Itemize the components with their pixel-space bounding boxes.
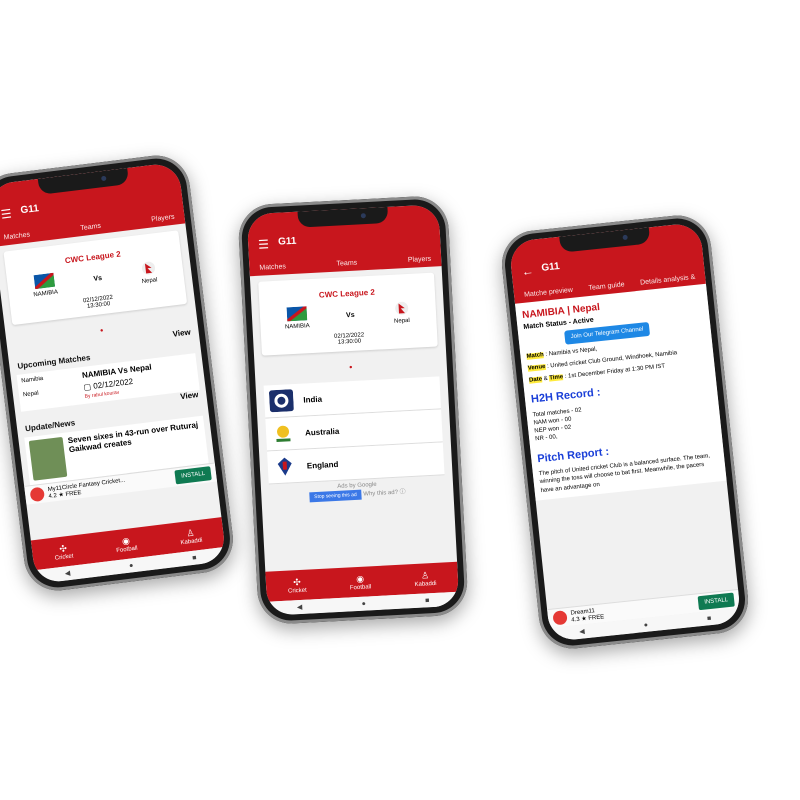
carousel-indicator: • xyxy=(254,352,447,380)
nav-football[interactable]: ◉ Football xyxy=(115,534,138,554)
tab-team-guide[interactable]: Team guide xyxy=(588,281,625,292)
back-arrow-icon[interactable]: ← xyxy=(521,264,534,279)
app-title: G11 xyxy=(19,203,40,217)
tab-match-preview[interactable]: Matche preview xyxy=(524,287,573,299)
match-preview-content: NAMIBIA | Nepal Match Status - Active Jo… xyxy=(514,283,727,502)
nav-football[interactable]: ◉ Football xyxy=(349,573,372,591)
nav-kabaddi[interactable]: ♙ Kabaddi xyxy=(414,569,437,588)
carousel-dot: • xyxy=(348,361,353,373)
home-icon[interactable]: ● xyxy=(643,621,648,628)
install-button[interactable]: INSTALL xyxy=(697,592,735,611)
app-title: G11 xyxy=(277,235,297,248)
nav-cricket[interactable]: ✣ Cricket xyxy=(53,542,74,562)
dream11-logo-icon xyxy=(552,610,568,626)
nav-football-label: Football xyxy=(115,545,138,554)
team-two: Nepal xyxy=(391,301,412,325)
time-label: Time xyxy=(549,374,564,382)
stop-ad-button[interactable]: Stop seeing this ad xyxy=(308,489,362,503)
australia-cricket-logo-icon xyxy=(270,422,296,446)
upcoming-teams: Namibia Nepal xyxy=(21,372,79,407)
home-icon[interactable]: ● xyxy=(361,600,366,607)
phone-mockup-middle: ☰ G11 Matches Teams Players CWC League 2… xyxy=(237,194,469,626)
namibia-flag-icon xyxy=(286,306,308,322)
news-thumbnail xyxy=(28,436,68,481)
tab-details-analysis[interactable]: Details analysis & xyxy=(640,274,696,287)
tab-matches[interactable]: Matches xyxy=(259,263,286,271)
team-one-name: NAMIBIA xyxy=(33,289,59,299)
nav-kabaddi-label: Kabaddi xyxy=(414,580,437,588)
match-value: : Namibia vs Nepal, xyxy=(545,346,598,358)
nepal-flag-icon xyxy=(394,301,408,315)
tab-teams[interactable]: Teams xyxy=(80,223,101,232)
team-one: NAMIBIA xyxy=(284,306,310,330)
nav-cricket-label: Cricket xyxy=(287,587,307,595)
camera-icon xyxy=(622,234,628,241)
nav-cricket-label: Cricket xyxy=(54,552,74,562)
upcoming-team-one: Namibia xyxy=(21,375,44,385)
nav-kabaddi-label: Kabaddi xyxy=(180,537,203,546)
my11circle-logo-icon xyxy=(29,486,46,503)
camera-icon xyxy=(100,175,107,182)
top-tabs: Matches Teams Players xyxy=(249,255,441,272)
tab-players[interactable]: Players xyxy=(408,256,432,264)
team-name-australia: Australia xyxy=(304,426,340,438)
nav-kabaddi[interactable]: ♙ Kabaddi xyxy=(179,526,203,546)
tab-teams[interactable]: Teams xyxy=(336,260,357,268)
app-title: G11 xyxy=(540,260,561,274)
phone-screen: ☰ G11 Matches Teams Players CWC League 2… xyxy=(0,161,227,585)
india-cricket-logo-icon xyxy=(268,389,294,413)
venue-label: Venue xyxy=(527,364,546,372)
namibia-flag-icon xyxy=(33,272,55,290)
phone-mockup-left: ☰ G11 Matches Teams Players CWC League 2… xyxy=(0,151,237,595)
team-two-name: Nepal xyxy=(393,317,410,325)
phone-screen: ☰ G11 Matches Teams Players CWC League 2… xyxy=(246,204,460,616)
recents-icon[interactable]: ■ xyxy=(707,615,712,622)
england-cricket-logo-icon xyxy=(272,455,298,479)
team-name-england: England xyxy=(306,459,339,470)
vs-label: Vs xyxy=(93,274,103,283)
match-teams: NAMIBIA Vs Nepal xyxy=(266,300,431,332)
hamburger-icon[interactable]: ☰ xyxy=(258,237,269,252)
back-icon[interactable]: ◀ xyxy=(64,569,70,578)
camera-icon xyxy=(360,213,366,219)
back-icon[interactable]: ◀ xyxy=(579,627,585,636)
team-two-name: Nepal xyxy=(141,277,158,286)
recents-icon[interactable]: ■ xyxy=(425,597,430,604)
nav-cricket[interactable]: ✣ Cricket xyxy=(287,576,307,594)
hamburger-icon[interactable]: ☰ xyxy=(0,206,12,221)
match-card[interactable]: CWC League 2 NAMIBIA Vs Nepal 02/12/2022… xyxy=(3,230,188,326)
why-ad-link[interactable]: Why this ad? ⓘ xyxy=(363,489,406,497)
phone-screen: ← G11 Matche preview Team guide Details … xyxy=(508,222,742,642)
home-icon[interactable]: ● xyxy=(129,562,134,569)
phone-mockup-right: ← G11 Matche preview Team guide Details … xyxy=(498,212,752,652)
back-icon[interactable]: ◀ xyxy=(297,603,303,611)
install-button[interactable]: INSTALL xyxy=(174,466,212,485)
team-one: NAMIBIA xyxy=(31,272,59,299)
tab-matches[interactable]: Matches xyxy=(3,231,30,241)
nepal-flag-icon xyxy=(141,261,155,275)
team-name-india: India xyxy=(303,394,323,405)
league-title: CWC League 2 xyxy=(318,287,376,300)
nav-football-label: Football xyxy=(349,583,372,591)
team-one-name: NAMIBIA xyxy=(284,323,310,331)
tab-players[interactable]: Players xyxy=(151,214,175,224)
carousel-dot: • xyxy=(99,325,104,336)
match-card[interactable]: CWC League 2 NAMIBIA Vs Nepal 02/12/2022… xyxy=(258,272,438,356)
ad-info: Dream11 4.3 ★ FREE xyxy=(570,607,604,623)
upcoming-team-two: Nepal xyxy=(22,390,40,399)
match-label: Match xyxy=(526,352,545,360)
datetime-amp: & xyxy=(543,376,549,383)
team-two: Nepal xyxy=(137,260,160,285)
upcoming-info: NAMIBIA Vs Nepal ▢ 02/12/2022 By rahul k… xyxy=(76,363,155,401)
vs-label: Vs xyxy=(345,311,355,320)
recents-icon[interactable]: ■ xyxy=(192,554,197,561)
date-label: Date xyxy=(528,376,543,384)
